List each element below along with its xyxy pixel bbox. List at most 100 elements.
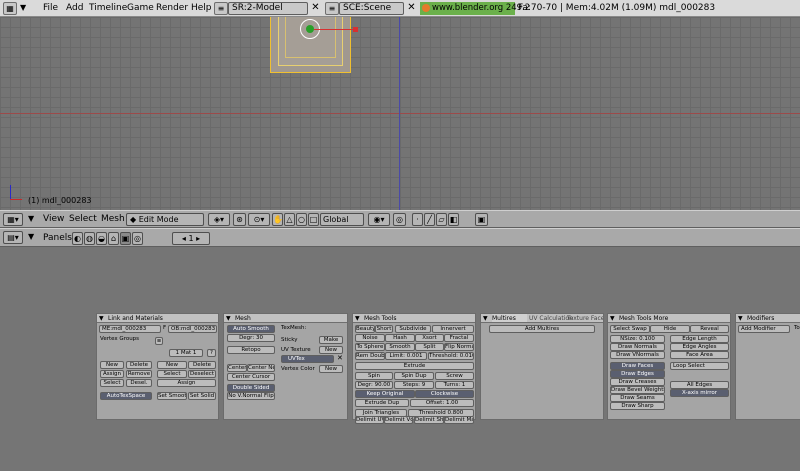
center-cursor-button[interactable]: Center Cursor bbox=[227, 373, 275, 381]
frame-field[interactable]: ◂ 1 ▸ bbox=[172, 232, 210, 245]
degr-spin-field[interactable]: Degr: 90.00 bbox=[355, 381, 393, 389]
panel-header[interactable]: ▼ Link and Materials bbox=[97, 314, 218, 323]
scene-browse-icon[interactable]: ≡ bbox=[325, 2, 339, 15]
material-nav-icon[interactable]: ? bbox=[207, 349, 216, 357]
beauty-toggle[interactable]: Beauty bbox=[355, 325, 375, 333]
noise-button[interactable]: Noise bbox=[355, 334, 385, 342]
limit-field[interactable]: Limit: 0.001 bbox=[385, 352, 427, 360]
translate-icon[interactable]: △ bbox=[284, 213, 295, 226]
orientation-selector[interactable]: Global bbox=[320, 213, 364, 226]
auto-smooth-toggle[interactable]: Auto Smooth bbox=[227, 325, 275, 333]
scene-name-field[interactable]: SCE:Scene bbox=[339, 2, 404, 15]
reveal-button[interactable]: Reveal bbox=[690, 325, 729, 333]
edge-length-toggle[interactable]: Edge Length bbox=[670, 335, 729, 343]
material-index-field[interactable]: 1 Mat 1 bbox=[169, 349, 203, 357]
screen-delete-icon[interactable]: ✕ bbox=[310, 2, 321, 15]
split-button[interactable]: Split bbox=[415, 343, 444, 351]
editor-type-icon[interactable]: ▤▾ bbox=[3, 231, 23, 244]
render-preview-icon[interactable]: ▣ bbox=[475, 213, 488, 226]
loop-select-dropdown[interactable]: Loop Select bbox=[670, 362, 729, 370]
degr-field[interactable]: Degr: 30 bbox=[227, 334, 275, 342]
screen-browse-icon[interactable]: ≡ bbox=[214, 2, 228, 15]
offset-field[interactable]: Offset: 1.00 bbox=[410, 399, 474, 407]
menu-file[interactable]: File bbox=[40, 2, 61, 15]
autotexspace-toggle[interactable]: AutoTexSpace bbox=[100, 392, 152, 400]
logic-context-icon[interactable]: ◐ bbox=[72, 232, 83, 245]
extrude-button[interactable]: Extrude bbox=[355, 362, 474, 370]
occlude-icon[interactable]: ◧ bbox=[448, 213, 459, 226]
rem-double-button[interactable]: Rem Double bbox=[355, 352, 385, 360]
draw-normals-toggle[interactable]: Draw Normals bbox=[610, 343, 665, 351]
select-swap-button[interactable]: Select Swap bbox=[610, 325, 650, 333]
3d-viewport[interactable] bbox=[0, 17, 800, 210]
hash-button[interactable]: Hash bbox=[385, 334, 415, 342]
menu-help[interactable]: Help bbox=[188, 2, 215, 15]
transform-x-arrow[interactable] bbox=[314, 29, 354, 30]
clockwise-toggle[interactable]: Clockwise bbox=[415, 390, 474, 398]
tab-uv-calculation[interactable]: UV Calculation bbox=[529, 314, 573, 322]
vgroup-assign-button[interactable]: Assign bbox=[100, 370, 124, 378]
object-datablock-field[interactable]: OB:mdl_000283 bbox=[168, 325, 217, 333]
sticky-make-button[interactable]: Make bbox=[319, 336, 343, 344]
editing-context-icon[interactable]: ▣ bbox=[120, 232, 131, 245]
panel-header[interactable]: ▼ Modifiers bbox=[736, 314, 800, 323]
extrude-dup-button[interactable]: Extrude Dup bbox=[355, 399, 409, 407]
short-toggle[interactable]: Short bbox=[375, 325, 393, 333]
steps-field[interactable]: Steps: 9 bbox=[394, 381, 434, 389]
draw-creases-toggle[interactable]: Draw Creases bbox=[610, 378, 665, 386]
spin-dup-button[interactable]: Spin Dup bbox=[394, 372, 434, 380]
material-new-button[interactable]: New bbox=[157, 361, 187, 369]
vgroup-browse-icon[interactable]: ≡ bbox=[155, 337, 163, 345]
menu-game[interactable]: Game bbox=[124, 2, 157, 15]
all-edges-toggle[interactable]: All Edges bbox=[670, 381, 729, 389]
tab-texture-face[interactable]: Texture Face bbox=[567, 314, 603, 322]
material-select-button[interactable]: Select bbox=[157, 370, 187, 378]
vgroup-new-button[interactable]: New bbox=[100, 361, 124, 369]
mode-selector[interactable]: ◆ Edit Mode bbox=[126, 213, 204, 226]
smooth-button[interactable]: Smooth bbox=[385, 343, 415, 351]
vgroup-select-button[interactable]: Select bbox=[100, 379, 124, 387]
draw-bevel-weights-toggle[interactable]: Draw Bevel Weights bbox=[610, 386, 665, 394]
center-button[interactable]: Center bbox=[227, 364, 247, 372]
shading-context-icon[interactable]: ◒ bbox=[96, 232, 107, 245]
menu-select[interactable]: Select bbox=[69, 212, 97, 226]
draw-type-icon[interactable]: ◈▾ bbox=[208, 213, 230, 226]
rotate-icon[interactable]: ○ bbox=[296, 213, 307, 226]
screw-button[interactable]: Screw bbox=[435, 372, 474, 380]
uvtex-layer-field[interactable]: UVTex bbox=[281, 355, 334, 363]
material-delete-button[interactable]: Delete bbox=[188, 361, 216, 369]
draw-faces-toggle[interactable]: Draw Faces bbox=[610, 362, 665, 370]
xaxis-mirror-toggle[interactable]: X-axis mirror bbox=[670, 389, 729, 397]
layer-icon[interactable]: ◉▾ bbox=[368, 213, 390, 226]
face-area-toggle[interactable]: Face Area bbox=[670, 351, 729, 359]
collapse-triangle-icon[interactable]: ▼ bbox=[28, 232, 34, 241]
vertex-color-new-button[interactable]: New bbox=[319, 365, 343, 373]
window-type-icon[interactable]: ▦ bbox=[3, 2, 17, 15]
scale-icon[interactable]: □ bbox=[308, 213, 319, 226]
material-deselect-button[interactable]: Deselect bbox=[188, 370, 216, 378]
material-assign-button[interactable]: Assign bbox=[157, 379, 216, 387]
hand-icon[interactable]: ✋ bbox=[272, 213, 283, 226]
turns-field[interactable]: Turns: 1 bbox=[435, 381, 474, 389]
view-rotate-icon[interactable]: ⊛ bbox=[233, 213, 246, 226]
add-modifier-dropdown[interactable]: Add Modifier bbox=[738, 325, 790, 333]
threshold-field[interactable]: Threshold: 0.010 bbox=[428, 352, 474, 360]
vgroup-remove-button[interactable]: Remove bbox=[126, 370, 152, 378]
edge-angles-toggle[interactable]: Edge Angles bbox=[670, 343, 729, 351]
no-vnormal-flip-toggle[interactable]: No V.Normal Flip bbox=[227, 392, 275, 400]
menu-view[interactable]: View bbox=[43, 212, 64, 226]
object-context-icon[interactable]: ⌂ bbox=[108, 232, 119, 245]
add-multires-button[interactable]: Add Multires bbox=[489, 325, 595, 333]
xsort-button[interactable]: Xsort bbox=[415, 334, 444, 342]
delimit-mat-toggle[interactable]: Delimit Mat bbox=[444, 416, 474, 424]
uv-texture-new-button[interactable]: New bbox=[319, 346, 343, 354]
panel-header[interactable]: ▼ Mesh Tools More bbox=[608, 314, 730, 323]
keep-original-toggle[interactable]: Keep Original bbox=[355, 390, 415, 398]
vertex-select-icon[interactable]: · bbox=[412, 213, 423, 226]
menu-render[interactable]: Render bbox=[153, 2, 191, 15]
delimit-vcol-toggle[interactable]: Delimit Vcol bbox=[384, 416, 413, 424]
transform-widget-center[interactable] bbox=[306, 25, 314, 33]
center-new-button[interactable]: Center New bbox=[247, 364, 275, 372]
editor-type-icon[interactable]: ▦▾ bbox=[3, 213, 23, 226]
set-smooth-button[interactable]: Set Smooth bbox=[157, 392, 187, 400]
